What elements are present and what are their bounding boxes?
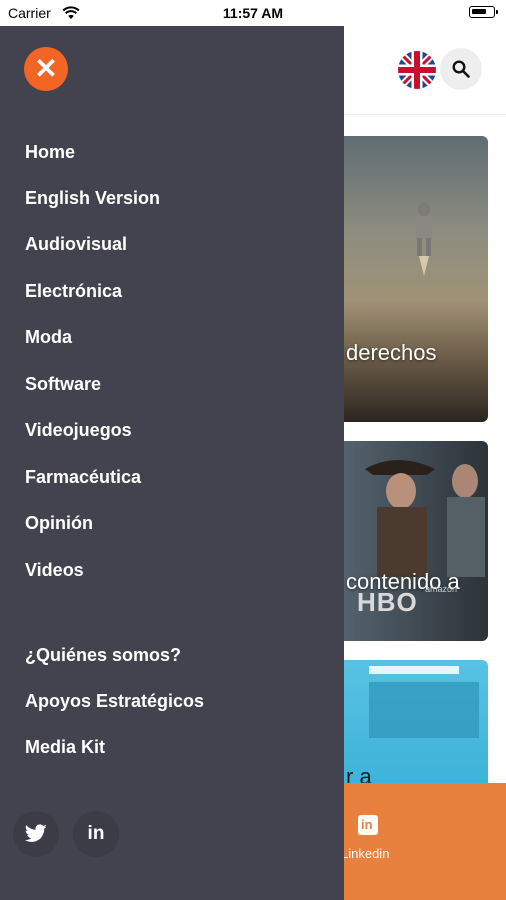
- menu-item-audiovisual[interactable]: Audiovisual: [25, 234, 127, 255]
- navigation-drawer: ✕ Home English Version Audiovisual Elect…: [0, 26, 344, 900]
- linkedin-button[interactable]: in: [73, 811, 119, 857]
- menu-item-media-kit[interactable]: Media Kit: [25, 737, 105, 758]
- menu-item-quienes-somos[interactable]: ¿Quiénes somos?: [25, 645, 181, 666]
- linkedin-share-label[interactable]: Linkedin: [341, 846, 389, 861]
- close-button[interactable]: ✕: [24, 47, 68, 91]
- twitter-button[interactable]: [13, 811, 59, 857]
- menu-item-home[interactable]: Home: [25, 142, 75, 163]
- article-image: [369, 666, 479, 738]
- close-icon: ✕: [34, 53, 58, 84]
- menu-item-videojuegos[interactable]: Videojuegos: [25, 420, 132, 441]
- article-image: [416, 203, 432, 276]
- status-bar: Carrier 11:57 AM: [0, 0, 506, 26]
- battery-icon: [469, 6, 498, 18]
- status-time: 11:57 AM: [222, 5, 284, 21]
- menu-item-moda[interactable]: Moda: [25, 327, 72, 348]
- amazon-logo: amazon: [425, 584, 458, 594]
- menu-item-apoyos-estrategicos[interactable]: Apoyos Estratégicos: [25, 691, 204, 712]
- menu-item-english-version[interactable]: English Version: [25, 188, 160, 209]
- article-title: derechos: [346, 340, 437, 365]
- search-icon: [452, 60, 470, 78]
- uk-flag-icon[interactable]: [398, 51, 436, 89]
- menu-item-videos[interactable]: Videos: [25, 560, 84, 581]
- linkedin-icon: in: [87, 823, 105, 844]
- linkedin-share-icon[interactable]: in: [358, 815, 378, 835]
- twitter-icon: [25, 824, 47, 842]
- hbo-logo: HBO: [357, 587, 418, 617]
- menu-item-software[interactable]: Software: [25, 374, 101, 395]
- menu-item-opinion[interactable]: Opinión: [25, 513, 93, 534]
- search-button[interactable]: [440, 48, 482, 90]
- menu-item-farmaceutica[interactable]: Farmacéutica: [25, 467, 141, 488]
- menu-item-electronica[interactable]: Electrónica: [25, 281, 122, 302]
